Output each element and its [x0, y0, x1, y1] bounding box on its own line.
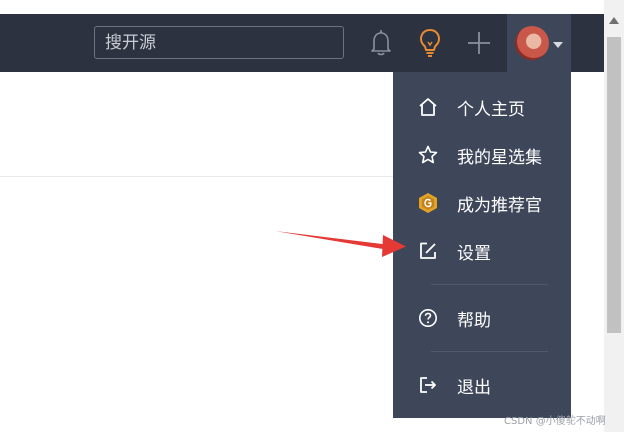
menu-item-become-recommender[interactable]: 成为推荐官	[393, 179, 571, 227]
watermark: CSDN @小傻鸵不动啊	[504, 416, 606, 427]
section-divider	[0, 176, 393, 177]
menu-item-label: 退出	[457, 377, 491, 398]
vertical-scrollbar[interactable]	[604, 0, 624, 432]
scroll-thumb[interactable]	[607, 37, 621, 333]
home-icon	[417, 96, 439, 118]
menu-item-label: 设置	[457, 243, 491, 264]
logout-icon	[417, 374, 439, 396]
user-avatar-button[interactable]	[507, 14, 571, 72]
menu-item-label: 我的星选集	[457, 147, 542, 168]
help-icon	[417, 307, 439, 329]
search-input[interactable]	[94, 26, 344, 59]
plus-icon[interactable]	[467, 31, 491, 55]
top-navbar	[0, 14, 604, 72]
menu-item-logout[interactable]: 退出	[393, 361, 571, 409]
top-strip	[0, 0, 604, 14]
menu-divider	[431, 351, 548, 352]
badge-icon	[417, 192, 439, 214]
menu-item-help[interactable]: 帮助	[393, 294, 571, 342]
lightbulb-icon[interactable]	[417, 28, 443, 58]
bell-icon[interactable]	[369, 28, 393, 58]
star-icon	[417, 144, 439, 166]
edit-icon	[417, 240, 439, 262]
menu-item-label: 帮助	[457, 310, 491, 331]
avatar	[515, 26, 549, 60]
chevron-down-icon	[553, 41, 563, 48]
menu-item-settings[interactable]: 设置	[393, 227, 571, 275]
menu-item-label: 成为推荐官	[457, 195, 542, 216]
scroll-up-arrow-icon[interactable]	[609, 17, 619, 24]
user-dropdown-menu: 个人主页 我的星选集 成为推荐官 设置 帮助 退出	[393, 72, 571, 418]
menu-item-star-collection[interactable]: 我的星选集	[393, 131, 571, 179]
menu-item-label: 个人主页	[457, 99, 525, 120]
menu-divider	[431, 284, 548, 285]
menu-item-homepage[interactable]: 个人主页	[393, 83, 571, 131]
